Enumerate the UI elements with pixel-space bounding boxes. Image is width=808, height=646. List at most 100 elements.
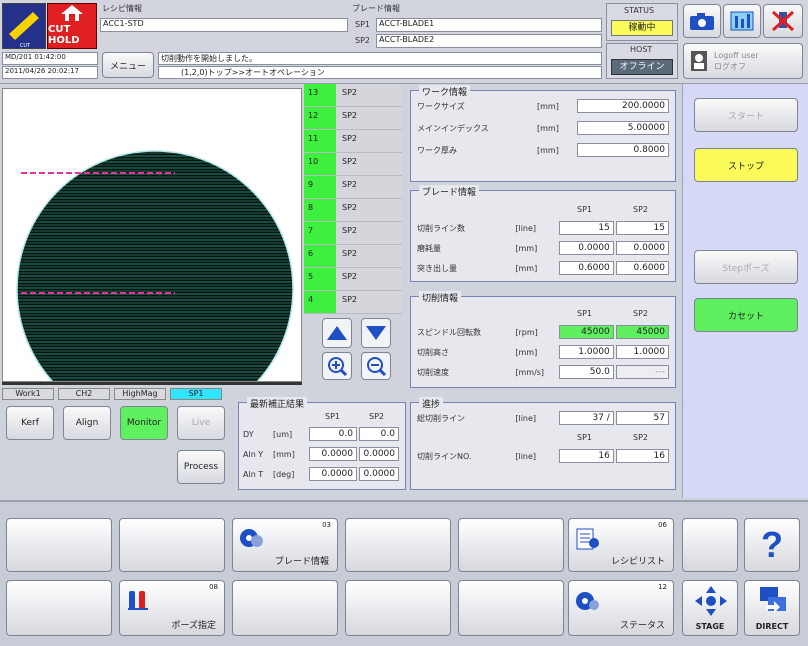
message-line-1: 切削動作を開始しました。	[158, 52, 602, 65]
correction-sp1: 0.0000	[309, 467, 357, 481]
scroll-up-button[interactable]	[322, 318, 352, 348]
recipe-list-button[interactable]: 06 レシピリスト	[568, 518, 674, 572]
live-button[interactable]: Live	[177, 406, 225, 440]
scroll-down-button[interactable]	[361, 318, 391, 348]
cut-sp1-header: SP1	[577, 309, 592, 318]
cut-info-panel: 切削情報 SP1 SP2 スピンドル回転数 [rpm] 45000 45000 切削高さ…	[410, 291, 676, 388]
cut-hold-indicator[interactable]: CUT HOLD	[47, 3, 97, 49]
progress-panel: 進捗 総切削ライン [line] 37 / 57 SP1 SP2 切削ラインNO…	[410, 397, 676, 490]
line-list-row[interactable]: 8 SP2	[304, 199, 402, 222]
function-button-4[interactable]	[345, 518, 451, 572]
wafer-image	[16, 150, 294, 381]
correction-row: Aln Y [mm] 0.0000 0.0000	[243, 447, 401, 461]
message-line-2: (1,2,0)トップ>>オートオペレーション	[158, 66, 602, 79]
function-button-11[interactable]	[232, 580, 338, 636]
blade-info-number: 03	[322, 521, 331, 529]
blade-info-row: 磨耗量 [mm] 0.0000 0.0000	[417, 241, 669, 255]
work-info-unit: [mm]	[537, 123, 559, 133]
row-sp2-value: 0.6000	[615, 261, 669, 275]
cassette-button[interactable]: カセット	[694, 298, 798, 332]
function-button-1[interactable]	[6, 518, 112, 572]
cut-info-row: 切削速度 [mm/s] 50.0 ---	[417, 365, 669, 379]
stage-button[interactable]: STAGE	[682, 580, 738, 636]
logoff-line2: ログオフ	[714, 62, 746, 71]
function-button-2[interactable]	[119, 518, 225, 572]
tab-work1[interactable]: Work1	[2, 388, 54, 400]
kerf-button[interactable]: Kerf	[6, 406, 54, 440]
gauge-icon	[730, 11, 754, 31]
line-list-row[interactable]: 6 SP2	[304, 245, 402, 268]
work-info-title: ワーク情報	[419, 85, 471, 98]
wafer-view-scrollbar[interactable]	[2, 382, 302, 385]
function-button-9[interactable]	[6, 580, 112, 636]
zoom-in-button[interactable]	[322, 352, 352, 380]
logoff-button[interactable]: Logoff user ログオフ	[683, 43, 803, 79]
move-arrows-icon	[695, 586, 727, 616]
function-button-12[interactable]	[345, 580, 451, 636]
direct-icon	[760, 587, 786, 613]
row-label: 切削速度	[417, 367, 449, 377]
process-button[interactable]: Process	[177, 450, 225, 484]
cut-info-title: 切削情報	[419, 291, 462, 304]
row-unit: [mm]	[515, 243, 538, 253]
tab-highmag[interactable]: HighMag	[114, 388, 166, 400]
disconnect-button[interactable]	[763, 4, 803, 38]
function-button-5[interactable]	[458, 518, 564, 572]
line-list-row[interactable]: 4 SP2	[304, 291, 402, 314]
correction-row: Aln T [deg] 0.0000 0.0000	[243, 467, 401, 481]
row-unit: [mm]	[515, 263, 538, 273]
correction-sp1-header: SP1	[325, 412, 340, 421]
function-button-7[interactable]	[682, 518, 738, 572]
line-list-row[interactable]: 9 SP2	[304, 176, 402, 199]
blade-icon	[240, 529, 263, 547]
help-button[interactable]: ?	[744, 518, 800, 572]
pause-setting-button[interactable]: 08 ポーズ指定	[119, 580, 225, 636]
host-title: HOST	[630, 45, 653, 54]
line-number: 5	[304, 268, 336, 290]
correction-sp1: 0.0	[309, 427, 357, 441]
tab-sp1[interactable]: SP1	[170, 388, 222, 400]
tab-ch2[interactable]: CH2	[58, 388, 110, 400]
progress-sp2-header: SP2	[633, 433, 648, 442]
datetime-2: 2011/04/26 20:02:17	[2, 66, 98, 79]
function-button-13[interactable]	[458, 580, 564, 636]
stop-button[interactable]: ストップ	[694, 148, 798, 182]
line-list-row[interactable]: 11 SP2	[304, 130, 402, 153]
line-no-label: 切削ラインNO.	[417, 451, 472, 461]
work-info-panel: ワーク情報 ワークサイズ [mm] 200.0000 メインインデックス [mm] 5.0…	[410, 85, 676, 182]
correction-label: DY	[243, 429, 254, 439]
blade-sp1-header: SP1	[577, 205, 592, 214]
row-sp1-value: 45000	[558, 325, 614, 339]
datetime-1: MD/201 01:42:00	[2, 52, 98, 65]
cut-hold-label: CUT HOLD	[48, 24, 80, 46]
wafer-view[interactable]	[2, 88, 302, 382]
zoom-out-button[interactable]	[361, 352, 391, 380]
blade-info-panel: ブレード情報 SP1 SP2 切削ライン数 [line] 15 15 磨耗量 [mm] 0.…	[410, 185, 676, 282]
line-list[interactable]: 13 SP2 12 SP2 11 SP2 10 SP2 9 SP2 8 SP2 7 SP2 6 SP2 5 SP2…	[304, 84, 402, 314]
direct-button[interactable]: DIRECT	[744, 580, 800, 636]
monitor-button[interactable]: Monitor	[120, 406, 168, 440]
work-info-label: メインインデックス	[417, 123, 489, 133]
zoom-in-icon	[328, 357, 348, 377]
no-connection-icon	[771, 10, 795, 32]
menu-button[interactable]: メニュー	[102, 52, 154, 78]
line-spindle: SP2	[342, 180, 357, 189]
line-number: 13	[304, 84, 336, 106]
line-list-row[interactable]: 10 SP2	[304, 153, 402, 176]
line-spindle: SP2	[342, 226, 357, 235]
line-list-row[interactable]: 13 SP2	[304, 84, 402, 107]
line-list-row[interactable]: 7 SP2	[304, 222, 402, 245]
line-list-row[interactable]: 5 SP2	[304, 268, 402, 291]
row-sp1-value: 0.0000	[558, 241, 614, 255]
svg-text:CUT: CUT	[20, 43, 31, 49]
row-unit: [line]	[515, 223, 537, 233]
align-button[interactable]: Align	[63, 406, 111, 440]
monitor-view-button[interactable]	[723, 4, 761, 38]
host-value: オフライン	[611, 59, 673, 75]
status-button[interactable]: 12 ステータス	[568, 580, 674, 636]
start-button[interactable]: スタート	[694, 98, 798, 132]
step-pause-button[interactable]: Stepポーズ	[694, 250, 798, 284]
blade-info-button[interactable]: 03 ブレード情報	[232, 518, 338, 572]
camera-button[interactable]	[683, 4, 721, 38]
line-list-row[interactable]: 12 SP2	[304, 107, 402, 130]
